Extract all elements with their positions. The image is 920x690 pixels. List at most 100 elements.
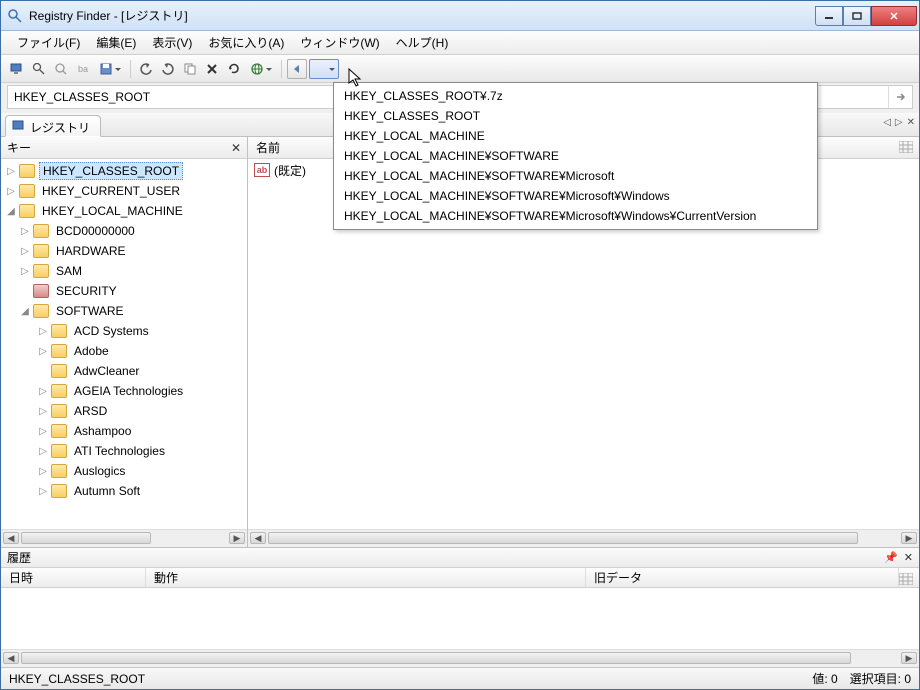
tree-item[interactable]: ▷ HARDWARE: [1, 241, 247, 261]
tree-item[interactable]: ▷ HKEY_CURRENT_USER: [1, 181, 247, 201]
scroll-thumb[interactable]: [21, 532, 151, 544]
tool-back-button[interactable]: [287, 59, 307, 79]
folder-icon: [19, 184, 35, 198]
tool-redo-icon[interactable]: [158, 59, 178, 79]
tool-undo-icon[interactable]: [136, 59, 156, 79]
expand-icon[interactable]: ▷: [37, 326, 49, 337]
maximize-button[interactable]: [843, 6, 871, 26]
expand-icon[interactable]: ▷: [37, 446, 49, 457]
history-dropdown-item[interactable]: HKEY_LOCAL_MACHINE¥SOFTWARE: [334, 146, 817, 166]
history-dropdown-item[interactable]: HKEY_LOCAL_MACHINE¥SOFTWARE¥Microsoft¥Wi…: [334, 206, 817, 226]
tree-item-label: HARDWARE: [53, 243, 129, 259]
tree-item-label: Autumn Soft: [71, 483, 143, 499]
expand-icon[interactable]: ◢: [5, 206, 17, 217]
tree-item[interactable]: ▷Ashampoo: [1, 421, 247, 441]
tree-item[interactable]: ▷Auslogics: [1, 461, 247, 481]
menu-help[interactable]: ヘルプ(H): [388, 31, 457, 54]
tool-refresh-icon[interactable]: [224, 59, 244, 79]
column-name[interactable]: 名前: [256, 139, 280, 156]
expand-icon[interactable]: ▷: [19, 226, 31, 237]
expand-icon[interactable]: ▷: [37, 426, 49, 437]
menu-file[interactable]: ファイル(F): [9, 31, 88, 54]
tree-item-label: HKEY_CURRENT_USER: [39, 183, 183, 199]
tree-item[interactable]: ◢HKEY_LOCAL_MACHINE: [1, 201, 247, 221]
tree-item[interactable]: ◢SOFTWARE: [1, 301, 247, 321]
tree-view[interactable]: ▷HKEY_CLASSES_ROOT▷HKEY_CURRENT_USER◢HKE…: [1, 159, 247, 529]
tree-item-label: ATI Technologies: [71, 443, 168, 459]
tree-item[interactable]: ▷AGEIA Technologies: [1, 381, 247, 401]
menu-favorites[interactable]: お気に入り(A): [200, 31, 292, 54]
grid-view-icon[interactable]: [899, 141, 913, 153]
history-dropdown-item[interactable]: HKEY_CLASSES_ROOT: [334, 106, 817, 126]
tool-find-icon[interactable]: [29, 59, 49, 79]
scroll-left-icon[interactable]: ◀: [3, 652, 19, 664]
menu-edit[interactable]: 編集(E): [88, 31, 144, 54]
folder-icon: [51, 344, 67, 358]
tab-prev-icon[interactable]: ◁: [883, 117, 891, 128]
col-action[interactable]: 動作: [146, 568, 586, 587]
tree-item[interactable]: ▷BCD00000000: [1, 221, 247, 241]
history-columns: 日時 動作 旧データ: [1, 568, 919, 588]
tab-registry[interactable]: レジストリ: [5, 115, 101, 137]
grid-view-icon[interactable]: [899, 573, 913, 585]
history-dropdown-item[interactable]: HKEY_CLASSES_ROOT¥.7z: [334, 86, 817, 106]
tree-item[interactable]: ▷ Autumn Soft: [1, 481, 247, 501]
left-hscrollbar[interactable]: ◀ ▶: [1, 529, 247, 547]
expand-icon[interactable]: ▷: [19, 266, 31, 277]
scroll-left-icon[interactable]: ◀: [250, 532, 266, 544]
history-dropdown-item[interactable]: HKEY_LOCAL_MACHINE¥SOFTWARE¥Microsoft¥Wi…: [334, 186, 817, 206]
scroll-right-icon[interactable]: ▶: [901, 532, 917, 544]
tree-item[interactable]: AdwCleaner: [1, 361, 247, 381]
tool-copy-icon[interactable]: [180, 59, 200, 79]
scroll-left-icon[interactable]: ◀: [3, 532, 19, 544]
expand-icon[interactable]: ▷: [37, 486, 49, 497]
history-dropdown-item[interactable]: HKEY_LOCAL_MACHINE: [334, 126, 817, 146]
scroll-right-icon[interactable]: ▶: [901, 652, 917, 664]
go-button[interactable]: [888, 86, 912, 108]
close-button[interactable]: [871, 6, 917, 26]
tree-item[interactable]: ▷ Adobe: [1, 341, 247, 361]
tree-item[interactable]: SECURITY: [1, 281, 247, 301]
expand-icon[interactable]: ▷: [37, 386, 49, 397]
menu-view[interactable]: 表示(V): [144, 31, 200, 54]
expand-icon[interactable]: ▷: [19, 246, 31, 257]
expand-icon[interactable]: ◢: [19, 306, 31, 317]
titlebar: Registry Finder - [レジストリ]: [1, 1, 919, 31]
expand-icon[interactable]: ▷: [5, 166, 17, 177]
tree-item[interactable]: ▷SAM: [1, 261, 247, 281]
col-olddata[interactable]: 旧データ: [586, 568, 899, 587]
tool-computer-icon[interactable]: [7, 59, 27, 79]
history-dropdown-item[interactable]: HKEY_LOCAL_MACHINE¥SOFTWARE¥Microsoft: [334, 166, 817, 186]
tree-item[interactable]: ▷HKEY_CLASSES_ROOT: [1, 161, 247, 181]
left-panel-close-icon[interactable]: ✕: [231, 141, 241, 155]
scroll-thumb[interactable]: [268, 532, 858, 544]
tree-item[interactable]: ▷ACD Systems: [1, 321, 247, 341]
col-datetime[interactable]: 日時: [1, 568, 146, 587]
expand-icon[interactable]: ▷: [5, 186, 17, 197]
toolbar: ba: [1, 55, 919, 83]
right-hscrollbar[interactable]: ◀ ▶: [248, 529, 919, 547]
history-dropdown[interactable]: HKEY_CLASSES_ROOT¥.7zHKEY_CLASSES_ROOTHK…: [333, 82, 818, 230]
expand-icon[interactable]: ▷: [37, 466, 49, 477]
tree-item[interactable]: ▷ARSD: [1, 401, 247, 421]
menu-window[interactable]: ウィンドウ(W): [292, 31, 387, 54]
tab-next-icon[interactable]: ▷: [895, 117, 903, 128]
tree-item-label: Adobe: [71, 343, 112, 359]
tool-globe-icon[interactable]: [246, 59, 276, 79]
tool-history-dropdown-button[interactable]: [309, 59, 339, 79]
tab-close-icon[interactable]: ✕: [907, 117, 915, 128]
minimize-button[interactable]: [815, 6, 843, 26]
pin-icon[interactable]: 📌: [884, 551, 898, 564]
scroll-thumb[interactable]: [21, 652, 851, 664]
tool-delete-icon[interactable]: [202, 59, 222, 79]
scroll-right-icon[interactable]: ▶: [229, 532, 245, 544]
history-hscrollbar[interactable]: ◀ ▶: [1, 649, 919, 667]
expand-icon[interactable]: ▷: [37, 346, 49, 357]
tool-save-icon[interactable]: [95, 59, 125, 79]
tool-text-icon[interactable]: ba: [73, 59, 93, 79]
history-body[interactable]: [1, 588, 919, 649]
expand-icon[interactable]: ▷: [37, 406, 49, 417]
history-close-icon[interactable]: ✕: [904, 551, 913, 564]
tree-item[interactable]: ▷ ATI Technologies: [1, 441, 247, 461]
tool-zoom-icon[interactable]: [51, 59, 71, 79]
